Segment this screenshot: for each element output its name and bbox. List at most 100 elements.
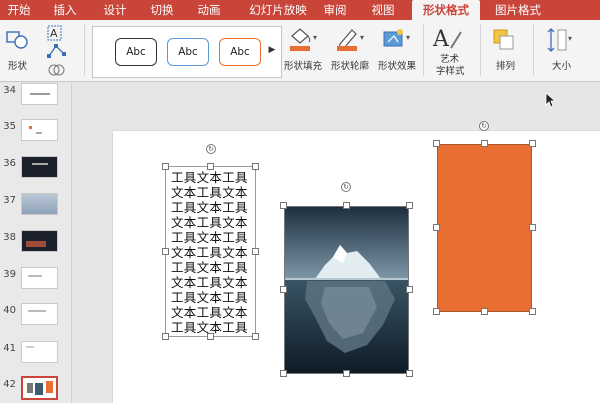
text-line: 工具文本工具 <box>171 200 248 215</box>
ribbon-separator <box>423 24 424 76</box>
shapes-button[interactable] <box>4 26 30 52</box>
slide-thumbnail[interactable] <box>21 230 58 252</box>
style-option-blue[interactable]: Abc <box>167 38 209 66</box>
outline-pen-icon: ▾ <box>337 29 364 51</box>
arrange-button[interactable] <box>490 26 518 54</box>
tab-slideshow[interactable]: 幻灯片放映 <box>242 0 314 20</box>
size-label: 大小 <box>552 61 572 72</box>
rotate-handle-icon[interactable]: ↻ <box>341 182 351 192</box>
slide-number: 34 <box>3 85 16 96</box>
wordart-button[interactable]: A <box>431 24 465 52</box>
text-box[interactable]: 工具文本工具 文本工具文本 工具文本工具 文本工具文本 工具文本工具 文本工具文… <box>165 166 256 337</box>
resize-handle[interactable] <box>207 333 214 340</box>
shapes-label: 形状 <box>8 61 28 72</box>
resize-handle[interactable] <box>343 370 350 377</box>
slide-number: 40 <box>3 305 16 316</box>
shape-outline-label: 形状轮廓 <box>331 61 370 72</box>
resize-handle[interactable] <box>481 308 488 315</box>
arrange-icon <box>493 29 514 50</box>
text-line: 文本工具文本 <box>171 275 248 290</box>
svg-text:▾: ▾ <box>313 33 317 42</box>
resize-handle[interactable] <box>406 370 413 377</box>
resize-handle[interactable] <box>433 308 440 315</box>
resize-handle[interactable] <box>162 333 169 340</box>
slide-thumbnail[interactable] <box>21 267 58 289</box>
resize-handle[interactable] <box>529 224 536 231</box>
gallery-more-icon[interactable]: ▶ <box>267 44 277 56</box>
resize-handle[interactable] <box>406 202 413 209</box>
orange-rectangle-shape[interactable] <box>437 144 532 312</box>
slide-number: 35 <box>3 121 16 132</box>
ribbon-separator <box>533 24 534 76</box>
text-line: 文本工具文本 <box>171 305 248 320</box>
slide-thumbnail[interactable] <box>21 341 58 363</box>
slide-number: 42 <box>3 379 16 390</box>
rotate-handle-icon[interactable]: ↻ <box>206 144 216 154</box>
edit-points-icon <box>47 44 66 58</box>
svg-text:A: A <box>432 27 450 52</box>
slide-thumbnail-selected[interactable] <box>21 376 58 400</box>
slide-thumbnail[interactable] <box>21 83 58 105</box>
tab-picture-format[interactable]: 图片格式 <box>488 0 548 20</box>
resize-handle[interactable] <box>280 202 287 209</box>
shape-outline-button[interactable]: ▾ <box>334 26 368 54</box>
resize-handle[interactable] <box>433 224 440 231</box>
tab-shape-format[interactable]: 形状格式 <box>412 0 480 20</box>
text-line: 文本工具文本 <box>171 185 248 200</box>
tab-animations[interactable]: 动画 <box>192 0 226 20</box>
slide-thumbnail-panel: 34 35 36 37 38 39 40 41 42 <box>0 83 72 403</box>
svg-text:▾: ▾ <box>406 33 410 42</box>
resize-handle[interactable] <box>529 140 536 147</box>
tab-transitions[interactable]: 切换 <box>145 0 179 20</box>
text-line: 工具文本工具 <box>171 290 248 305</box>
wordart-icon: A <box>432 27 462 52</box>
text-line: 文本工具文本 <box>171 245 248 260</box>
resize-handle[interactable] <box>343 202 350 209</box>
tab-view[interactable]: 视图 <box>366 0 400 20</box>
slide-number: 36 <box>3 158 16 169</box>
resize-handle[interactable] <box>252 163 259 170</box>
svg-text:A: A <box>50 27 58 40</box>
rotate-handle-icon[interactable]: ↻ <box>479 121 489 131</box>
slide-number: 37 <box>3 195 16 206</box>
shape-fill-button[interactable]: ▾ <box>287 26 321 54</box>
resize-handle[interactable] <box>252 333 259 340</box>
resize-handle[interactable] <box>529 308 536 315</box>
arrange-label: 排列 <box>496 61 516 72</box>
resize-handle[interactable] <box>162 163 169 170</box>
mouse-cursor-icon <box>545 92 557 108</box>
tab-home[interactable]: 开始 <box>2 0 36 20</box>
shapes-icon <box>6 31 28 49</box>
tab-design[interactable]: 设计 <box>98 0 132 20</box>
resize-handle[interactable] <box>481 140 488 147</box>
slide-thumbnail[interactable] <box>21 156 58 178</box>
tab-insert[interactable]: 插入 <box>48 0 82 20</box>
tab-review[interactable]: 审阅 <box>318 0 352 20</box>
slide-thumbnail[interactable] <box>21 303 58 325</box>
resize-handle[interactable] <box>280 370 287 377</box>
resize-handle[interactable] <box>207 163 214 170</box>
size-button[interactable]: ▾ <box>545 26 575 54</box>
resize-handle[interactable] <box>162 248 169 255</box>
slide-number: 38 <box>3 232 16 243</box>
ribbon-shape-format: 形状 A Abc Abc Abc ▶ ▾ 形状填充 ▾ 形状轮廓 ▾ 形状效果 … <box>0 20 600 82</box>
resize-handle[interactable] <box>280 286 287 293</box>
slide-number: 39 <box>3 269 16 280</box>
edit-points-button[interactable] <box>46 42 70 60</box>
style-option-dark[interactable]: Abc <box>115 38 157 66</box>
wordart-label-2: 字样式 <box>436 66 465 77</box>
ribbon-tab-bar: 开始 插入 设计 切换 动画 幻灯片放映 审阅 视图 形状格式 图片格式 <box>0 0 600 20</box>
shape-effects-button[interactable]: ▾ <box>380 26 414 54</box>
iceberg-picture[interactable] <box>284 206 409 374</box>
slide-thumbnail[interactable] <box>21 193 58 215</box>
text-line: 工具文本工具 <box>171 170 248 185</box>
edit-text-button[interactable]: A <box>46 24 70 42</box>
style-option-orange[interactable]: Abc <box>219 38 261 66</box>
slide-thumbnail[interactable] <box>21 119 58 141</box>
resize-handle[interactable] <box>406 286 413 293</box>
resize-handle[interactable] <box>433 140 440 147</box>
fill-bucket-icon: ▾ <box>290 28 317 51</box>
resize-handle[interactable] <box>252 248 259 255</box>
merge-shapes-button[interactable] <box>46 62 70 78</box>
size-icon: ▾ <box>547 28 572 52</box>
